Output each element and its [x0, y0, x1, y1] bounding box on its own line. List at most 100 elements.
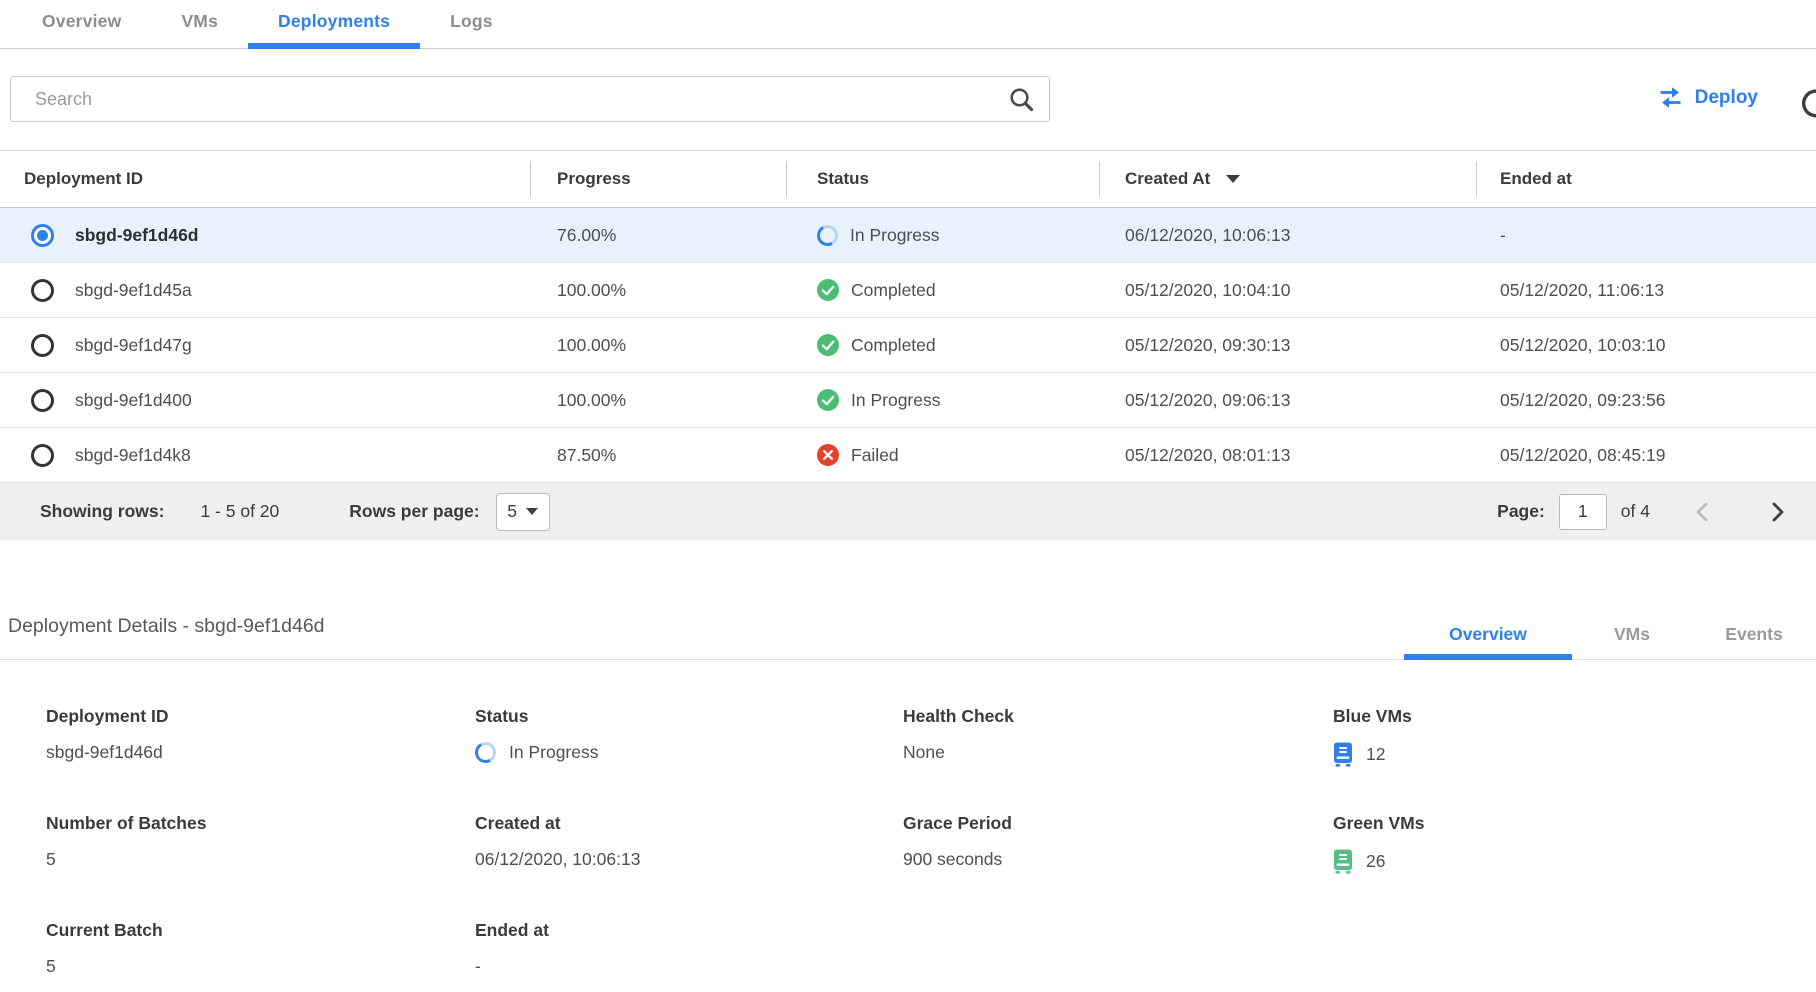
table-row[interactable]: sbgd-9ef1d4k8 87.50% Failed 05/12/2020, …	[0, 428, 1816, 483]
toolbar: Deploy	[0, 49, 1816, 150]
field-label: Current Batch	[46, 920, 475, 941]
check-circle-icon	[817, 334, 839, 356]
row-radio[interactable]	[31, 444, 54, 467]
table-row[interactable]: sbgd-9ef1d45a 100.00% Completed 05/12/20…	[0, 263, 1816, 318]
next-page-button[interactable]	[1770, 500, 1786, 524]
deployments-page: Overview VMs Deployments Logs	[0, 0, 1816, 992]
created-at-cell: 05/12/2020, 09:06:13	[1099, 390, 1476, 411]
field-ended-at: Ended at -	[475, 920, 903, 992]
table-header-row: Deployment ID Progress Status Created At…	[0, 150, 1816, 208]
deployment-id-cell: sbgd-9ef1d4k8	[75, 445, 191, 466]
search-icon	[1008, 86, 1035, 113]
chevron-left-icon	[1694, 500, 1710, 524]
row-radio[interactable]	[31, 389, 54, 412]
status-cell: Completed	[851, 280, 936, 301]
field-label: Ended at	[475, 920, 903, 941]
field-blue-vms: Blue VMs 12	[1333, 706, 1816, 813]
blue-vm-icon	[1333, 742, 1353, 767]
ended-at-cell: 05/12/2020, 11:06:13	[1476, 280, 1816, 301]
page-label: Page:	[1497, 501, 1545, 522]
table-row[interactable]: sbgd-9ef1d47g 100.00% Completed 05/12/20…	[0, 318, 1816, 373]
sort-desc-icon	[1226, 175, 1240, 183]
showing-rows-label: Showing rows:	[40, 501, 164, 522]
field-value: 12	[1333, 742, 1816, 767]
check-circle-icon	[817, 279, 839, 301]
details-tab-events[interactable]: Events	[1692, 615, 1816, 660]
tab-overview[interactable]: Overview	[12, 0, 151, 49]
field-label: Deployment ID	[46, 706, 475, 727]
field-grace-period: Grace Period 900 seconds	[903, 813, 1333, 920]
deployment-details-title: Deployment Details - sbgd-9ef1d46d	[8, 615, 325, 638]
field-green-vms: Green VMs 26	[1333, 813, 1816, 920]
swap-arrows-icon	[1657, 86, 1684, 109]
created-at-cell: 05/12/2020, 10:04:10	[1099, 280, 1476, 301]
progress-cell: 76.00%	[530, 225, 786, 246]
ended-at-cell: 05/12/2020, 09:23:56	[1476, 390, 1816, 411]
column-header-created-at[interactable]: Created At	[1099, 151, 1476, 207]
row-radio-selected[interactable]	[31, 224, 54, 247]
showing-rows-value: 1 - 5 of 20	[200, 501, 279, 522]
field-label: Created at	[475, 813, 903, 834]
details-tab-overview[interactable]: Overview	[1404, 615, 1572, 660]
field-value: 26	[1333, 849, 1816, 874]
rows-per-page-select[interactable]: 5	[496, 493, 550, 531]
ended-at-cell: 05/12/2020, 10:03:10	[1476, 335, 1816, 356]
ended-at-cell: -	[1476, 225, 1816, 246]
created-at-cell: 06/12/2020, 10:06:13	[1099, 225, 1476, 246]
previous-page-button[interactable]	[1694, 500, 1710, 524]
page-input[interactable]	[1559, 494, 1607, 530]
in-progress-spinner-icon	[473, 740, 499, 766]
field-value: 06/12/2020, 10:06:13	[475, 849, 903, 870]
chevron-right-icon	[1770, 500, 1786, 524]
field-label: Number of Batches	[46, 813, 475, 834]
ended-at-cell: 05/12/2020, 08:45:19	[1476, 445, 1816, 466]
x-circle-icon	[817, 444, 839, 466]
top-tab-bar: Overview VMs Deployments Logs	[0, 0, 1816, 49]
search-box	[10, 76, 1050, 122]
column-header-progress[interactable]: Progress	[530, 151, 786, 207]
deployment-details-header: Deployment Details - sbgd-9ef1d46d Overv…	[0, 540, 1816, 660]
tab-deployments[interactable]: Deployments	[248, 0, 420, 49]
details-tab-bar: Overview VMs Events	[1404, 615, 1816, 660]
field-label: Blue VMs	[1333, 706, 1816, 727]
in-progress-spinner-icon	[815, 222, 841, 248]
deployments-table: Deployment ID Progress Status Created At…	[0, 150, 1816, 540]
field-health-check: Health Check None	[903, 706, 1333, 813]
refresh-icon	[1800, 87, 1816, 119]
table-row[interactable]: sbgd-9ef1d46d 76.00% In Progress 06/12/2…	[0, 208, 1816, 263]
status-cell: In Progress	[850, 225, 939, 246]
table-row[interactable]: sbgd-9ef1d400 100.00% In Progress 05/12/…	[0, 373, 1816, 428]
deployment-id-cell: sbgd-9ef1d400	[75, 390, 192, 411]
search-input[interactable]	[33, 88, 1008, 111]
field-value: 900 seconds	[903, 849, 1333, 870]
chevron-down-icon	[526, 508, 538, 515]
column-header-deployment-id[interactable]: Deployment ID	[0, 151, 530, 207]
status-cell: Failed	[851, 445, 899, 466]
field-label: Health Check	[903, 706, 1333, 727]
field-value: None	[903, 742, 1333, 763]
tab-vms[interactable]: VMs	[151, 0, 248, 49]
page-total: of 4	[1621, 501, 1650, 522]
row-radio[interactable]	[31, 279, 54, 302]
field-value: sbgd-9ef1d46d	[46, 742, 475, 763]
deployment-id-cell: sbgd-9ef1d47g	[75, 335, 192, 356]
green-vm-icon	[1333, 849, 1353, 874]
status-cell: In Progress	[851, 390, 940, 411]
field-label: Status	[475, 706, 903, 727]
column-header-ended-at[interactable]: Ended at	[1476, 151, 1816, 207]
deploy-button-label: Deploy	[1695, 87, 1758, 109]
progress-cell: 100.00%	[530, 390, 786, 411]
rows-per-page-label: Rows per page:	[349, 501, 479, 522]
details-tab-vms[interactable]: VMs	[1572, 615, 1692, 660]
refresh-button[interactable]	[1800, 87, 1816, 119]
progress-cell: 100.00%	[530, 335, 786, 356]
tab-logs[interactable]: Logs	[420, 0, 523, 49]
row-radio[interactable]	[31, 334, 54, 357]
field-value: 5	[46, 849, 475, 870]
deploy-button[interactable]: Deploy	[1657, 86, 1758, 109]
field-value: -	[475, 956, 903, 977]
field-current-batch: Current Batch 5	[46, 920, 475, 992]
column-header-status[interactable]: Status	[786, 151, 1099, 207]
deployment-id-cell: sbgd-9ef1d45a	[75, 280, 192, 301]
field-label: Green VMs	[1333, 813, 1816, 834]
